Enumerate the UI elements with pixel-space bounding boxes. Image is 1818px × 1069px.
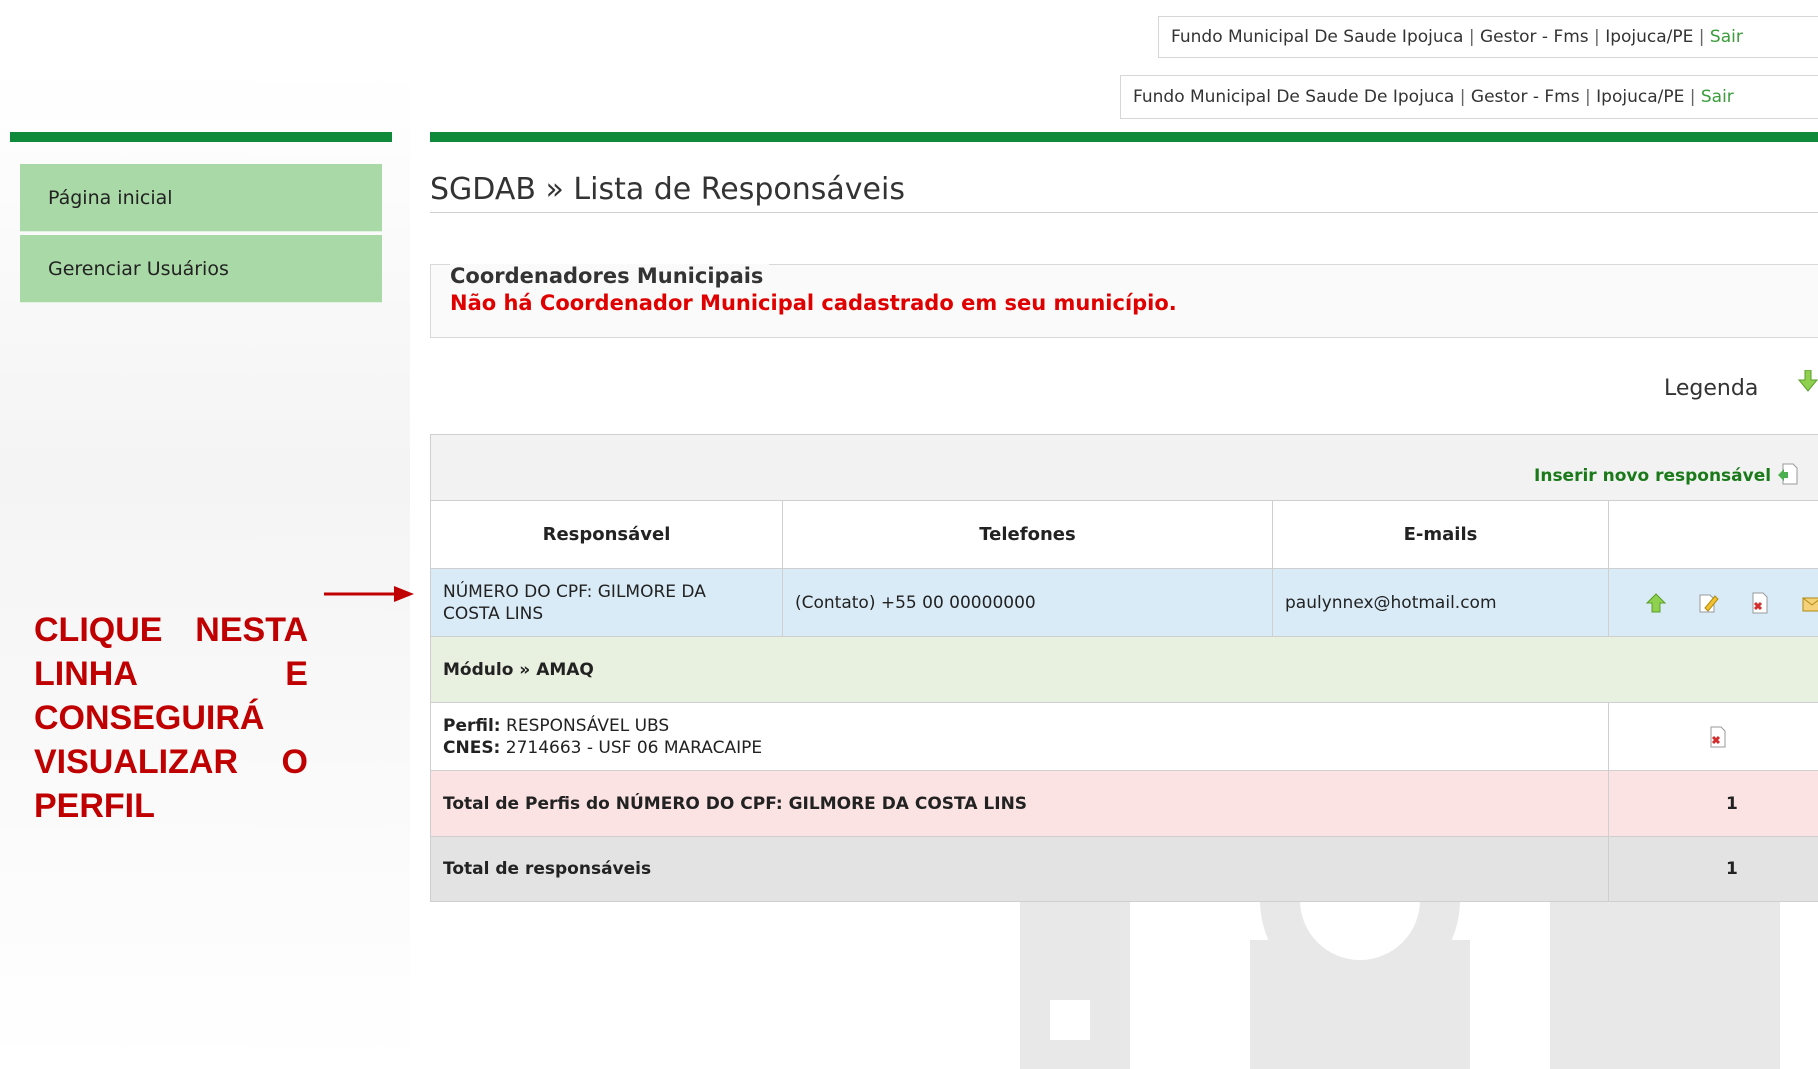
total-perfis-value: 1	[1726, 793, 1738, 814]
perfil-label: Perfil:	[443, 715, 501, 736]
table-toolbar-row: Inserir novo responsável	[431, 435, 1818, 501]
user-role: Gestor - Fms	[1470, 87, 1580, 107]
city-name: Ipojuca/PE	[1596, 87, 1685, 107]
column-header-emails: E-mails	[1273, 501, 1609, 568]
column-header-actions	[1609, 501, 1818, 568]
logout-link[interactable]: Sair	[1710, 27, 1743, 47]
page-title: SGDAB » Lista de Responsáveis	[430, 172, 905, 207]
total-responsaveis-value: 1	[1726, 859, 1738, 879]
total-responsaveis-row: Total de responsáveis 1	[431, 837, 1818, 901]
modulo-label: Módulo » AMAQ	[443, 659, 594, 680]
cnes-line: CNES: 2714663 - USF 06 MARACAIPE	[443, 737, 762, 759]
org-name: Fundo Municipal De Saude Ipojuca	[1171, 27, 1464, 47]
insert-responsavel-label: Inserir novo responsável	[1534, 466, 1772, 486]
legenda-link[interactable]: Legenda	[1664, 376, 1758, 401]
coordenadores-legend: Coordenadores Municipais	[450, 264, 770, 288]
main-green-rule	[430, 132, 1818, 142]
promote-icon[interactable]	[1645, 592, 1667, 614]
total-responsaveis-label: Total de responsáveis	[431, 837, 1609, 901]
total-perfis-row: Total de Perfis do NÚMERO DO CPF: GILMOR…	[431, 771, 1818, 837]
delete-document-icon[interactable]	[1749, 592, 1771, 614]
perfil-value: RESPONSÁVEL UBS	[506, 715, 670, 736]
responsavel-phone: (Contato) +55 00 00000000	[783, 569, 1273, 636]
table-header-row: Responsável Telefones E-mails	[431, 501, 1818, 569]
column-header-telefones: Telefones	[783, 501, 1273, 568]
separator: |	[1594, 27, 1600, 47]
row-actions	[1609, 569, 1818, 636]
edit-icon[interactable]	[1697, 592, 1719, 614]
modulo-row: Módulo » AMAQ	[431, 637, 1818, 703]
responsavel-name[interactable]: NÚMERO DO CPF: GILMORE DA COSTA LINS	[431, 569, 783, 636]
insert-responsavel-link[interactable]: Inserir novo responsável	[1534, 463, 1799, 486]
sidebar-item-manage-users[interactable]: Gerenciar Usuários	[20, 235, 382, 303]
add-document-icon	[1778, 463, 1798, 485]
separator: |	[1468, 27, 1475, 47]
user-role: Gestor - Fms	[1479, 27, 1589, 47]
separator: |	[1698, 27, 1705, 47]
perfil-actions	[1609, 703, 1818, 770]
sidebar-item-home[interactable]: Página inicial	[20, 164, 382, 232]
column-header-responsavel: Responsável	[431, 501, 783, 568]
pointer-arrow-icon	[324, 586, 414, 602]
sidebar-item-label: Página inicial	[48, 186, 173, 209]
separator: |	[1689, 87, 1696, 107]
total-perfis-label: Total de Perfis do NÚMERO DO CPF: GILMOR…	[431, 771, 1609, 836]
cnes-value: 2714663 - USF 06 MARACAIPE	[505, 737, 763, 758]
sidebar-item-label: Gerenciar Usuários	[48, 257, 229, 280]
title-divider	[430, 212, 1818, 213]
sidebar-green-rule	[10, 132, 392, 142]
instruction-callout: CLIQUE NESTA LINHA E CONSEGUIRÁ VISUALIZ…	[34, 611, 308, 825]
perfil-row[interactable]: Perfil: RESPONSÁVEL UBS CNES: 2714663 - …	[431, 703, 1818, 771]
delete-document-icon[interactable]	[1707, 726, 1729, 748]
perfil-line: Perfil: RESPONSÁVEL UBS	[443, 715, 669, 737]
perfil-details: Perfil: RESPONSÁVEL UBS CNES: 2714663 - …	[431, 703, 1609, 770]
responsaveis-table: Inserir novo responsável Responsável Tel…	[430, 434, 1818, 902]
table-row-responsavel[interactable]: NÚMERO DO CPF: GILMORE DA COSTA LINS (Co…	[431, 569, 1818, 637]
user-info-bar-2: Fundo Municipal De Saude De Ipojuca | Ge…	[1120, 75, 1818, 119]
email-icon[interactable]	[1801, 592, 1818, 614]
cnes-label: CNES:	[443, 737, 501, 758]
org-name: Fundo Municipal De Saude De Ipojuca	[1133, 87, 1455, 107]
user-info-bar-1: Fundo Municipal De Saude Ipojuca | Gesto…	[1158, 16, 1818, 58]
green-down-arrow-icon[interactable]	[1798, 370, 1818, 392]
responsavel-email: paulynnex@hotmail.com	[1273, 569, 1609, 636]
logout-link[interactable]: Sair	[1701, 87, 1734, 107]
city-name: Ipojuca/PE	[1605, 27, 1694, 47]
no-coordinator-message: Não há Coordenador Municipal cadastrado …	[450, 291, 1177, 315]
separator: |	[1585, 87, 1591, 107]
separator: |	[1459, 87, 1466, 107]
